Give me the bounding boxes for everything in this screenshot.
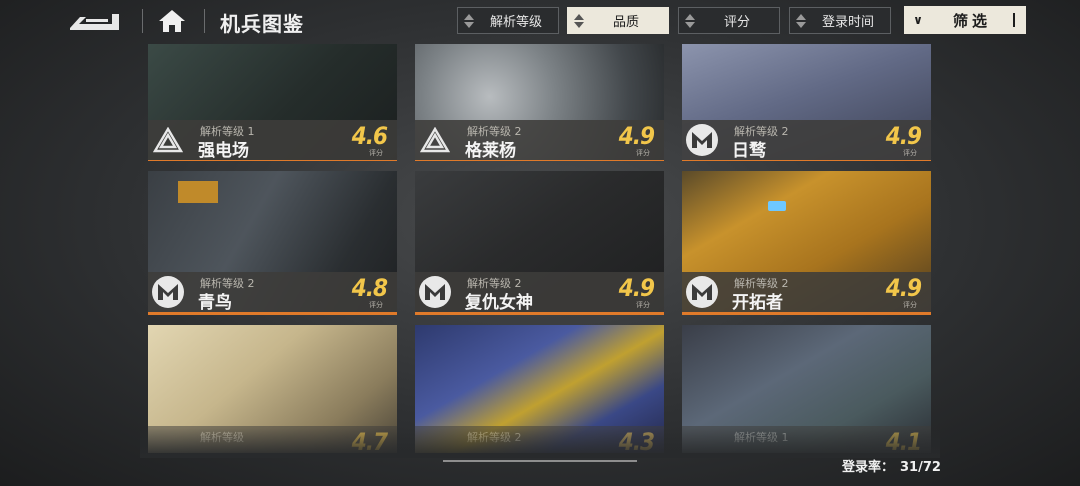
- score-label: 评分: [369, 301, 383, 309]
- score-label: 评分: [636, 149, 650, 157]
- mech-artwork-detail: [768, 201, 786, 211]
- mech-card[interactable]: 解析等级 4.7: [148, 325, 397, 453]
- mech-card[interactable]: 解析等级 2 青鸟 4.8 评分: [148, 171, 397, 315]
- scroll-indicator[interactable]: [443, 460, 637, 462]
- card-info-bar: 解析等级 1 强电场 4.6 评分: [148, 120, 397, 161]
- mech-card[interactable]: 解析等级 1 强电场 4.6 评分: [148, 44, 397, 161]
- mech-score: 4.8: [351, 274, 388, 302]
- score-label: 评分: [369, 149, 383, 157]
- analysis-level: 解析等级 1: [734, 431, 789, 444]
- mech-score: 4.9: [885, 122, 922, 150]
- card-info-bar: 解析等级 2 4.3: [415, 426, 664, 453]
- mech-score: 4.6: [351, 122, 388, 150]
- analysis-level: 解析等级 2: [467, 431, 522, 444]
- mech-name: 格莱杨: [465, 141, 516, 161]
- mech-card[interactable]: 解析等级 2 格莱杨 4.9 评分: [415, 44, 664, 161]
- mech-score: 4.9: [618, 274, 655, 302]
- score-label: 评分: [903, 301, 917, 309]
- mech-score: 4.7: [351, 428, 388, 453]
- mech-score: 4.1: [885, 428, 922, 453]
- score-label: 评分: [636, 301, 650, 309]
- mech-name: 强电场: [198, 141, 249, 161]
- mech-name: 日骛: [732, 141, 766, 161]
- mech-name: 开拓者: [732, 293, 783, 313]
- mech-card[interactable]: 解析等级 2 4.3: [415, 325, 664, 453]
- mech-name: 青鸟: [198, 293, 232, 313]
- mech-card-grid: 解析等级 1 强电场 4.6 评分 解析等级 2 格莱杨 4.9 评分 解析等级…: [0, 0, 1080, 486]
- collection-rate: 登录率： 31/72: [842, 456, 941, 475]
- mech-score: 4.3: [618, 428, 655, 453]
- card-info-bar: 解析等级 2 开拓者 4.9 评分: [682, 272, 931, 315]
- card-info-bar: 解析等级 2 青鸟 4.8 评分: [148, 272, 397, 315]
- m-faction-icon: [686, 124, 718, 156]
- score-label: 评分: [903, 149, 917, 157]
- card-info-bar: 解析等级 4.7: [148, 426, 397, 453]
- triangle-faction-icon: [152, 124, 184, 156]
- mech-card[interactable]: 解析等级 1 4.1: [682, 325, 931, 453]
- m-faction-icon: [686, 276, 718, 308]
- triangle-faction-icon: [419, 124, 451, 156]
- mech-score: 4.9: [618, 122, 655, 150]
- mech-artwork-detail: [178, 181, 218, 203]
- mech-card[interactable]: 解析等级 2 开拓者 4.9 评分: [682, 171, 931, 315]
- collection-rate-value: 31/72: [900, 460, 941, 475]
- collection-rate-label: 登录率：: [842, 460, 895, 475]
- card-info-bar: 解析等级 2 日骛 4.9 评分: [682, 120, 931, 161]
- mech-card[interactable]: 解析等级 2 复仇女神 4.9 评分: [415, 171, 664, 315]
- card-info-bar: 解析等级 1 4.1: [682, 426, 931, 453]
- analysis-level: 解析等级: [200, 431, 244, 444]
- mech-card[interactable]: 解析等级 2 日骛 4.9 评分: [682, 44, 931, 161]
- card-info-bar: 解析等级 2 复仇女神 4.9 评分: [415, 272, 664, 315]
- card-info-bar: 解析等级 2 格莱杨 4.9 评分: [415, 120, 664, 161]
- mech-score: 4.9: [885, 274, 922, 302]
- m-faction-icon: [152, 276, 184, 308]
- mech-name: 复仇女神: [465, 293, 533, 313]
- m-faction-icon: [419, 276, 451, 308]
